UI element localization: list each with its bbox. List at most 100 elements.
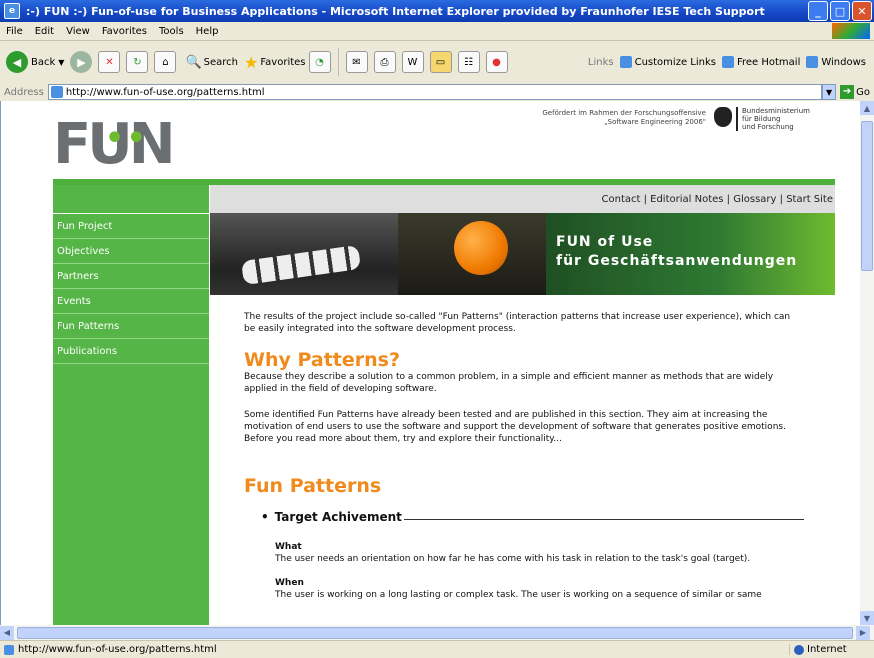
menu-bar: File Edit View Favorites Tools Help: [0, 22, 874, 41]
banner-photo-orange-ball: [398, 213, 546, 295]
toolbar-separator: [337, 48, 339, 76]
fun-patterns-heading: Fun Patterns: [244, 475, 382, 497]
address-input[interactable]: http://www.fun-of-use.org/patterns.html: [47, 84, 823, 100]
identified-patterns-text: Some identified Fun Patterns have alread…: [244, 410, 786, 444]
refresh-icon[interactable]: ↻: [126, 51, 149, 73]
favorites-button[interactable]: ★ Favorites: [244, 53, 306, 72]
close-button[interactable]: ✕: [852, 1, 872, 21]
mail-icon[interactable]: ✉: [345, 51, 368, 73]
folder-icon[interactable]: ▭: [429, 51, 452, 73]
why-patterns-heading: Why Patterns?: [244, 349, 400, 371]
logo-dots-icon: • •: [105, 121, 146, 156]
link-icon: [619, 56, 632, 68]
nav-start-site[interactable]: Start Site: [786, 194, 833, 205]
sidebar-item-partners[interactable]: Partners: [53, 264, 209, 289]
menu-file[interactable]: File: [0, 26, 29, 37]
funding-line-2: „Software Engineering 2006": [604, 118, 706, 126]
edit-icon[interactable]: W: [401, 51, 424, 73]
federal-eagle-icon: [714, 107, 732, 127]
horizontal-scroll-thumb[interactable]: [17, 626, 853, 639]
what-text: The user needs an orientation on how far…: [275, 554, 751, 564]
menu-view[interactable]: View: [60, 26, 96, 37]
banner-line-1: FUN of Use: [556, 234, 654, 250]
menu-tools[interactable]: Tools: [153, 26, 190, 37]
scroll-left-icon[interactable]: ◀: [0, 625, 14, 640]
menu-edit[interactable]: Edit: [29, 26, 60, 37]
pattern-target-achievement: • Target Achivement What The user needs …: [261, 511, 804, 601]
link-hotmail[interactable]: Free Hotmail: [721, 56, 801, 68]
banner-photo-paper-chain: [210, 213, 398, 295]
address-dropdown-icon[interactable]: ▼: [822, 84, 837, 100]
stop-icon[interactable]: ✕: [98, 51, 121, 73]
nav-separator: |: [640, 193, 651, 205]
address-url: http://www.fun-of-use.org/patterns.html: [65, 86, 265, 98]
star-icon: ★: [243, 52, 259, 72]
menu-help[interactable]: Help: [190, 26, 225, 37]
sidebar-item-fun-project[interactable]: Fun Project: [53, 214, 209, 239]
go-button[interactable]: ➔ Go: [840, 85, 870, 99]
back-button[interactable]: ◀ Back ▼: [6, 51, 64, 73]
search-icon: 🔍: [185, 54, 202, 70]
chevron-down-icon[interactable]: ▼: [58, 58, 64, 67]
links-bar: Links Customize Links Free Hotmail Windo…: [582, 56, 866, 68]
ministry-line-2: für Bildung: [742, 115, 781, 123]
paper-chain-graphic: [240, 244, 362, 286]
go-arrow-icon: ➔: [840, 85, 855, 99]
history-icon[interactable]: ◔: [308, 51, 331, 73]
search-button[interactable]: 🔍 Search: [185, 55, 238, 70]
sidebar-item-objectives[interactable]: Objectives: [53, 239, 209, 264]
home-icon[interactable]: ⌂: [154, 51, 177, 73]
window-title: :-) FUN :-) Fun-of-use for Business Appl…: [26, 4, 765, 18]
pattern-title: Target Achivement: [274, 510, 402, 524]
toolbar: ◀ Back ▼ ▶ ✕ ↻ ⌂ 🔍 Search ★ Favorites ◔ …: [0, 41, 874, 84]
banner-line-2: für Geschäftsanwendungen: [556, 253, 798, 269]
sidebar-item-events[interactable]: Events: [53, 289, 209, 314]
vertical-scrollbar[interactable]: ▲ ▼: [860, 101, 874, 625]
funding-notice: Gefördert im Rahmen der Forschungsoffens…: [499, 109, 706, 127]
status-text: http://www.fun-of-use.org/patterns.html: [4, 644, 789, 655]
funding-line-1: Gefördert im Rahmen der Forschungsoffens…: [542, 109, 706, 117]
why-patterns-text: Because they describe a solution to a co…: [244, 372, 774, 394]
minimize-button[interactable]: _: [808, 1, 828, 21]
print-icon[interactable]: ⎙: [373, 51, 396, 73]
forward-arrow-icon[interactable]: ▶: [70, 51, 93, 73]
link-hotmail-label: Free Hotmail: [736, 56, 801, 68]
link-windows[interactable]: Windows: [806, 56, 866, 68]
link-customize[interactable]: Customize Links: [619, 56, 716, 68]
scroll-up-icon[interactable]: ▲: [860, 101, 874, 115]
globe-icon: [794, 644, 804, 655]
nav-glossary[interactable]: Glossary: [733, 194, 776, 205]
vertical-scroll-thumb[interactable]: [861, 121, 873, 271]
link-windows-label: Windows: [821, 56, 866, 68]
link-customize-label: Customize Links: [634, 56, 716, 68]
banner-title: FUN of Use für Geschäftsanwendungen: [546, 213, 835, 295]
page-viewport: FUN • • Gefördert im Rahmen der Forschun…: [0, 101, 861, 625]
scroll-right-icon[interactable]: ▶: [856, 625, 870, 640]
maximize-button[interactable]: □: [830, 1, 850, 21]
fun-logo: FUN • •: [53, 115, 176, 175]
back-label: Back: [31, 56, 56, 68]
scroll-down-icon[interactable]: ▼: [860, 611, 874, 625]
header-banner: FUN of Use für Geschäftsanwendungen: [210, 213, 835, 295]
nav-separator: |: [723, 193, 734, 205]
ie-icon: e: [4, 3, 20, 19]
ministry-logo: Bundesministerium für Bildung und Forsch…: [736, 107, 810, 131]
what-label: What: [275, 542, 302, 552]
sidebar-item-fun-patterns[interactable]: Fun Patterns: [53, 314, 209, 339]
sidebar-item-publications[interactable]: Publications: [53, 339, 209, 364]
pattern-rule: [403, 518, 804, 520]
favorites-label: Favorites: [260, 56, 306, 68]
nav-editorial-notes[interactable]: Editorial Notes: [650, 194, 723, 205]
sidebar-header: [53, 185, 209, 214]
address-bar: Address http://www.fun-of-use.org/patter…: [0, 83, 874, 102]
search-label: Search: [203, 56, 238, 68]
nav-contact[interactable]: Contact: [602, 194, 641, 205]
ministry-line-1: Bundesministerium: [742, 107, 810, 115]
menu-favorites[interactable]: Favorites: [96, 26, 153, 37]
research-icon[interactable]: ●: [485, 51, 508, 73]
messenger-icon[interactable]: ☷: [457, 51, 480, 73]
zone-label: Internet: [807, 644, 847, 655]
links-label: Links: [587, 56, 614, 68]
intro-text: The results of the project include so-ca…: [244, 312, 791, 334]
horizontal-scrollbar[interactable]: ◀ ▶: [0, 625, 874, 640]
